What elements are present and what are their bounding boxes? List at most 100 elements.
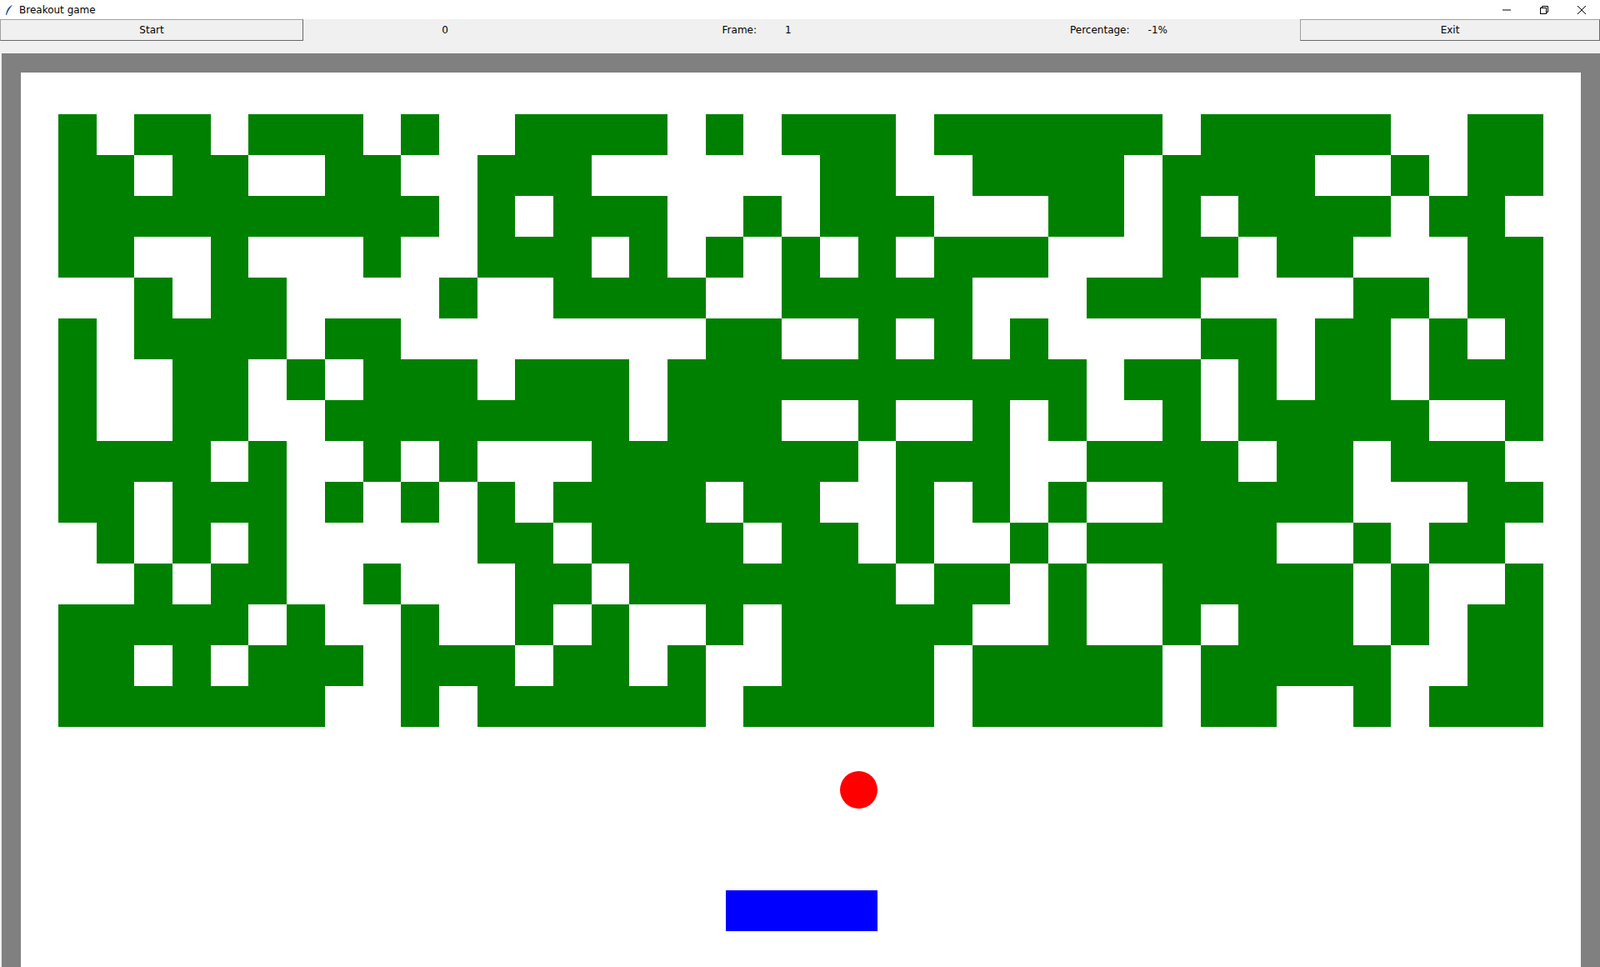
close-button[interactable] — [1562, 0, 1600, 20]
brick — [1353, 645, 1392, 686]
brick — [363, 400, 402, 441]
brick — [1353, 195, 1392, 237]
empty-cell — [1390, 685, 1430, 727]
brick — [1162, 440, 1201, 482]
brick — [400, 481, 440, 523]
brick — [820, 359, 859, 400]
empty-cell — [1505, 522, 1544, 564]
brick — [820, 277, 859, 319]
empty-cell — [1048, 236, 1087, 278]
empty-cell — [858, 481, 897, 523]
brick — [1390, 440, 1430, 482]
empty-cell — [1238, 277, 1277, 319]
empty-cell — [1353, 155, 1392, 196]
brick — [1200, 236, 1240, 278]
brick — [1276, 563, 1315, 605]
empty-cell — [743, 604, 782, 645]
brick — [1238, 114, 1277, 155]
empty-cell — [1010, 400, 1049, 441]
brick — [1315, 400, 1354, 441]
brick — [1315, 563, 1354, 605]
brick — [134, 604, 173, 645]
empty-cell — [1010, 277, 1049, 319]
empty-cell — [1276, 359, 1315, 400]
brick — [858, 318, 897, 360]
empty-cell — [553, 440, 592, 482]
brick — [858, 563, 897, 605]
empty-cell — [667, 155, 706, 196]
brick — [1467, 645, 1506, 686]
brick — [210, 604, 250, 645]
brick — [1048, 400, 1087, 441]
brick — [1010, 522, 1049, 564]
frame-label: Frame: — [586, 24, 762, 36]
empty-cell — [1315, 685, 1354, 727]
brick — [96, 481, 135, 523]
brick — [248, 481, 287, 523]
empty-cell — [96, 400, 135, 441]
empty-cell — [439, 685, 478, 727]
exit-button[interactable]: Exit — [1300, 19, 1600, 41]
brick — [96, 604, 135, 645]
restore-button[interactable] — [1525, 0, 1563, 20]
brick — [134, 563, 173, 605]
brick — [1162, 359, 1201, 400]
brick — [743, 359, 782, 400]
empty-cell — [1162, 645, 1201, 686]
empty-cell — [515, 440, 554, 482]
minimize-button[interactable] — [1487, 0, 1525, 20]
empty-cell — [1467, 400, 1506, 441]
empty-cell — [1124, 400, 1163, 441]
brick — [705, 114, 745, 155]
empty-cell — [134, 645, 173, 686]
empty-cell — [1048, 440, 1087, 482]
brick — [1276, 604, 1315, 645]
brick — [439, 359, 478, 400]
brick — [667, 481, 706, 523]
brick — [934, 114, 973, 155]
brick — [286, 195, 325, 237]
brick — [248, 195, 287, 237]
empty-cell — [325, 522, 364, 564]
brick — [934, 563, 973, 605]
brick — [172, 400, 211, 441]
start-button[interactable]: Start — [0, 19, 304, 41]
brick — [1010, 318, 1049, 360]
brick — [1390, 277, 1430, 319]
brick — [58, 318, 97, 360]
brick — [820, 645, 859, 686]
brick — [1200, 481, 1240, 523]
brick — [705, 359, 745, 400]
empty-cell — [667, 604, 706, 645]
brick — [58, 481, 97, 523]
empty-cell — [286, 481, 325, 523]
empty-cell — [1390, 195, 1430, 237]
brick — [1429, 195, 1468, 237]
paddle[interactable] — [725, 890, 878, 931]
empty-cell — [363, 685, 402, 727]
brick — [286, 359, 325, 400]
brick — [895, 195, 935, 237]
brick — [553, 155, 592, 196]
empty-cell — [1315, 277, 1354, 319]
empty-cell — [743, 277, 782, 319]
brick — [1467, 522, 1506, 564]
brick — [439, 440, 478, 482]
empty-cell — [477, 318, 516, 360]
brick — [1162, 563, 1201, 605]
brick — [1505, 481, 1544, 523]
brick — [972, 440, 1011, 482]
brick — [553, 195, 592, 237]
brick — [1467, 604, 1506, 645]
brick — [210, 318, 250, 360]
empty-cell — [477, 604, 516, 645]
brick — [1162, 522, 1201, 564]
brick — [895, 604, 935, 645]
empty-cell — [1276, 685, 1315, 727]
brick — [96, 522, 135, 564]
empty-cell — [1429, 563, 1468, 605]
brick — [591, 481, 630, 523]
brick — [858, 277, 897, 319]
empty-cell — [363, 114, 402, 155]
brick — [1276, 645, 1315, 686]
